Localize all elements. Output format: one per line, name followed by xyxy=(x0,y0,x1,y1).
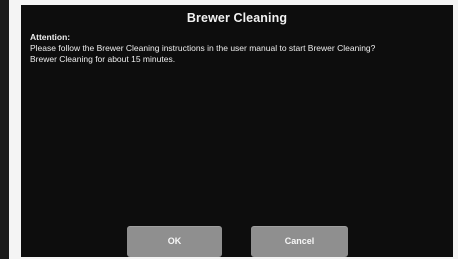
brewer-cleaning-dialog: Brewer Cleaning Attention: Please follow… xyxy=(21,5,453,257)
instruction-text: Please follow the Brewer Cleaning instru… xyxy=(30,43,376,53)
dialog-message: Attention: Please follow the Brewer Clea… xyxy=(30,32,448,65)
left-screen-edge xyxy=(0,0,9,259)
attention-label: Attention: xyxy=(30,32,71,42)
ok-button[interactable]: OK xyxy=(127,226,222,257)
duration-text: Brewer Cleaning for about 15 minutes. xyxy=(30,54,176,64)
screen: Brewer Cleaning Attention: Please follow… xyxy=(0,0,458,259)
dialog-title: Brewer Cleaning xyxy=(186,11,288,25)
cancel-button[interactable]: Cancel xyxy=(251,226,348,257)
